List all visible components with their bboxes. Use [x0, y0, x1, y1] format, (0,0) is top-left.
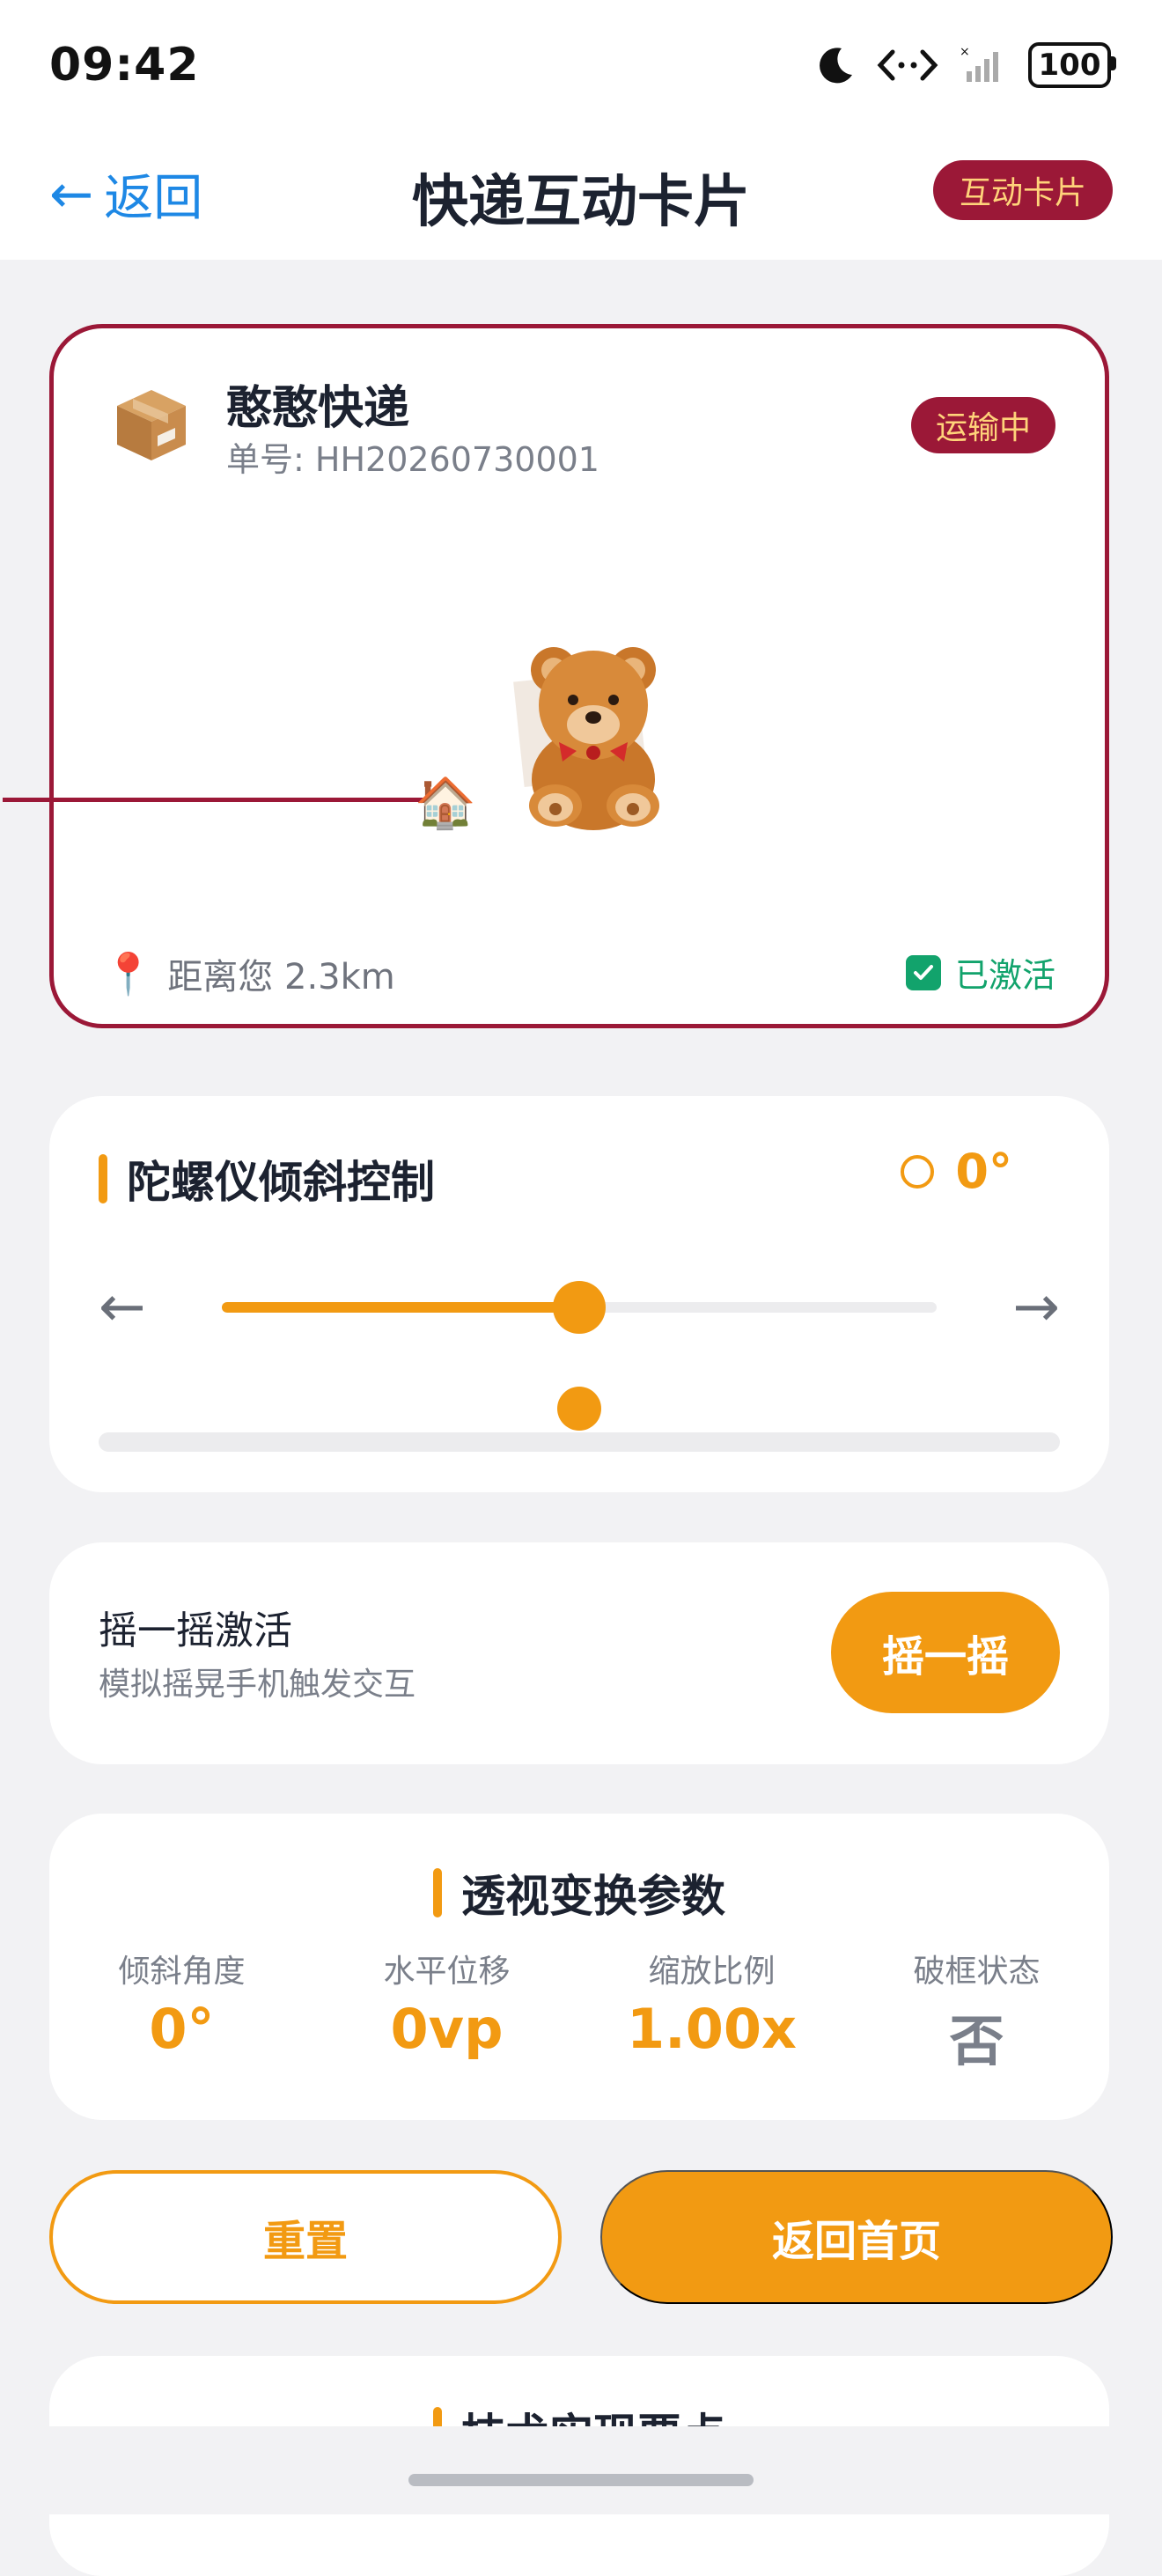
arrow-left-icon[interactable]: ←	[99, 1272, 146, 1343]
param-label: 水平位移	[383, 1954, 511, 1990]
params-title: 透视变换参数	[49, 1861, 1109, 1925]
location-pin-icon: 📍	[103, 949, 154, 997]
activated-text: 已激活	[954, 956, 1055, 995]
circle-icon	[901, 1154, 935, 1189]
interactive-card-badge[interactable]: 互动卡片	[932, 160, 1113, 220]
gyro-angle-display: 0°	[901, 1144, 1012, 1199]
svg-text:×: ×	[960, 45, 970, 59]
level-track	[99, 1432, 1060, 1452]
status-bar: 09:42 × 100	[0, 0, 1162, 132]
accent-bar	[433, 1868, 442, 1917]
status-icons: × 100	[815, 42, 1116, 88]
arrow-right-icon[interactable]: →	[1012, 1272, 1060, 1343]
check-icon	[905, 954, 941, 990]
gyro-angle-value: 0°	[955, 1144, 1012, 1199]
nav-bar: ← 返回 快递互动卡片 互动卡片	[0, 132, 1162, 260]
param-scale: 缩放比例 1.00x	[579, 1946, 844, 2076]
home-button[interactable]: 返回首页	[600, 2170, 1113, 2304]
shake-subtitle: 模拟摇晃手机触发交互	[99, 1667, 416, 1703]
package-card[interactable]: 憨憨快递 单号: HH20260730001 运输中 🏠 📍 距离您 2.3km…	[3, 324, 1109, 1028]
moon-icon	[815, 45, 856, 85]
tilt-slider-fill	[222, 1302, 579, 1313]
tilt-slider-thumb[interactable]	[553, 1281, 606, 1334]
teddy-bear-icon	[501, 622, 712, 834]
carrier-name: 憨憨快递	[226, 382, 410, 435]
house-icon: 🏠	[415, 775, 476, 832]
param-label: 破框状态	[913, 1954, 1041, 1990]
route-line	[3, 798, 457, 802]
param-value: 1.00x	[627, 1997, 797, 2061]
tilt-slider-track[interactable]	[222, 1281, 937, 1334]
param-break-frame: 破框状态 否	[844, 1946, 1109, 2076]
gyro-title: 陀螺仪倾斜控制	[99, 1147, 435, 1211]
level-dot	[557, 1387, 601, 1431]
param-value: 否	[949, 2009, 1004, 2073]
battery-indicator: 100	[1028, 42, 1116, 88]
param-label: 缩放比例	[648, 1954, 776, 1990]
perspective-params-card: 透视变换参数 倾斜角度 0° 水平位移 0vp 缩放比例 1.00x 破框状态 …	[49, 1814, 1109, 2120]
data-transfer-icon	[875, 45, 940, 85]
param-tilt-angle: 倾斜角度 0°	[49, 1946, 314, 2076]
home-indicator[interactable]	[408, 2474, 754, 2486]
shake-button[interactable]: 摇一摇	[831, 1592, 1060, 1713]
shake-card: 摇一摇激活 模拟摇晃手机触发交互 摇一摇	[49, 1542, 1109, 1764]
gyro-control-card: 陀螺仪倾斜控制 0° ← →	[49, 1096, 1109, 1492]
param-horizontal-offset: 水平位移 0vp	[314, 1946, 579, 2076]
params-title-label: 透视变换参数	[461, 1871, 725, 1922]
battery-level: 100	[1038, 48, 1101, 83]
distance-info: 📍 距离您 2.3km	[103, 948, 395, 999]
shake-title: 摇一摇激活	[99, 1608, 292, 1653]
param-label: 倾斜角度	[118, 1954, 246, 1990]
reset-button[interactable]: 重置	[49, 2170, 562, 2304]
status-time: 09:42	[49, 39, 200, 92]
package-icon	[110, 381, 193, 464]
tilt-slider-row: ← →	[99, 1272, 1060, 1343]
gyro-title-label: 陀螺仪倾斜控制	[127, 1157, 435, 1208]
level-indicator	[99, 1387, 1060, 1457]
param-value: 0vp	[390, 1997, 504, 2061]
distance-text: 距离您 2.3km	[167, 957, 395, 997]
params-grid: 倾斜角度 0° 水平位移 0vp 缩放比例 1.00x 破框状态 否	[49, 1946, 1109, 2076]
status-badge: 运输中	[910, 397, 1055, 453]
gesture-bar-area	[0, 2426, 1162, 2514]
param-value: 0°	[149, 1997, 215, 2061]
activated-status: 已激活	[905, 948, 1055, 997]
tracking-number: 单号: HH20260730001	[226, 440, 599, 479]
accent-bar	[99, 1154, 107, 1203]
signal-icon: ×	[960, 45, 1009, 85]
